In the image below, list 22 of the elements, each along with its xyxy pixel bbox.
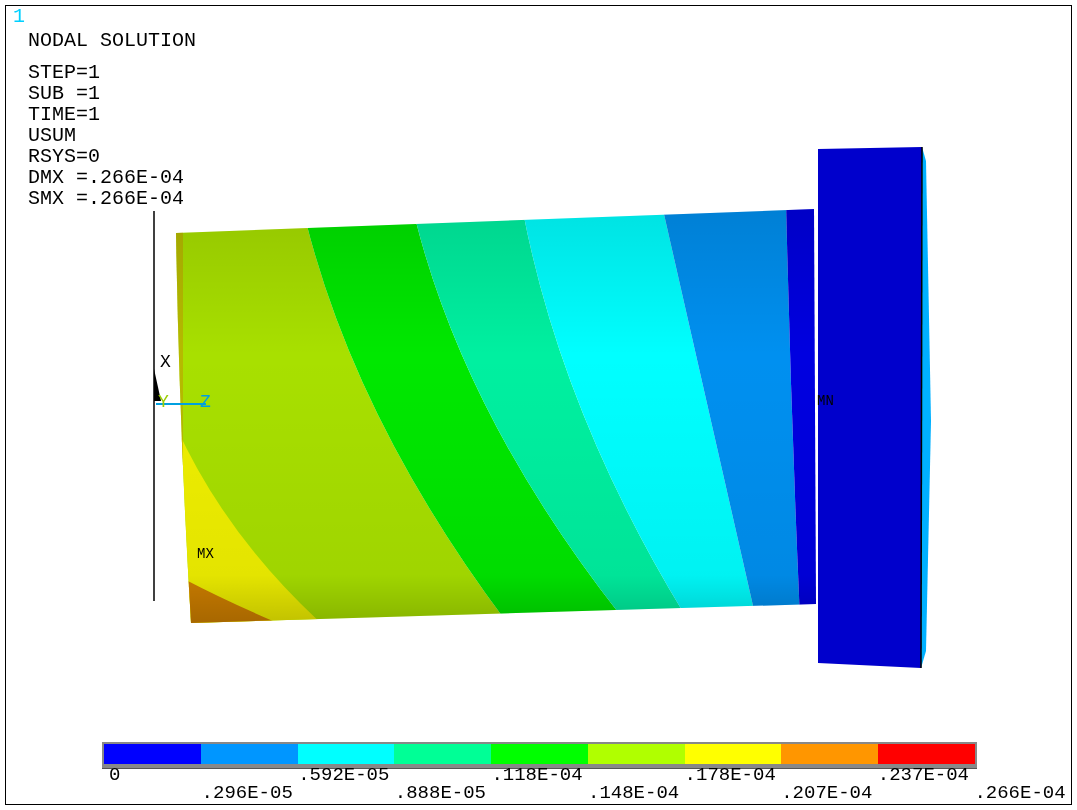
result-info-text: STEP=1 bbox=[28, 62, 101, 83]
result-info-text: TIME=1 bbox=[28, 104, 101, 125]
legend-value: .296E-05 bbox=[201, 783, 293, 803]
legend-value: .592E-05 bbox=[298, 765, 390, 785]
result-info-text: DMX =.266E-04 bbox=[28, 167, 185, 188]
legend-value: .266E-04 bbox=[974, 783, 1066, 803]
legend-value: .207E-04 bbox=[781, 783, 873, 803]
legend-value: 0 bbox=[109, 765, 121, 785]
plot-title: NODAL SOLUTION bbox=[28, 30, 197, 52]
result-info-text: USUM bbox=[28, 125, 77, 146]
window-number: 1 bbox=[13, 6, 25, 28]
legend-value: .237E-04 bbox=[877, 765, 969, 785]
legend-value: .888E-05 bbox=[394, 783, 486, 803]
result-info-text: RSYS=0 bbox=[28, 146, 101, 167]
legend-value: .178E-04 bbox=[684, 765, 776, 785]
legend-value: .148E-04 bbox=[588, 783, 680, 803]
legend-value: .118E-04 bbox=[491, 765, 583, 785]
result-info-text: SMX =.266E-04 bbox=[28, 188, 185, 209]
max-marker-label: MX bbox=[197, 546, 214, 562]
axis-label: X bbox=[160, 352, 171, 372]
min-marker-label: MN bbox=[817, 393, 834, 409]
result-info-text: SUB =1 bbox=[28, 83, 101, 104]
